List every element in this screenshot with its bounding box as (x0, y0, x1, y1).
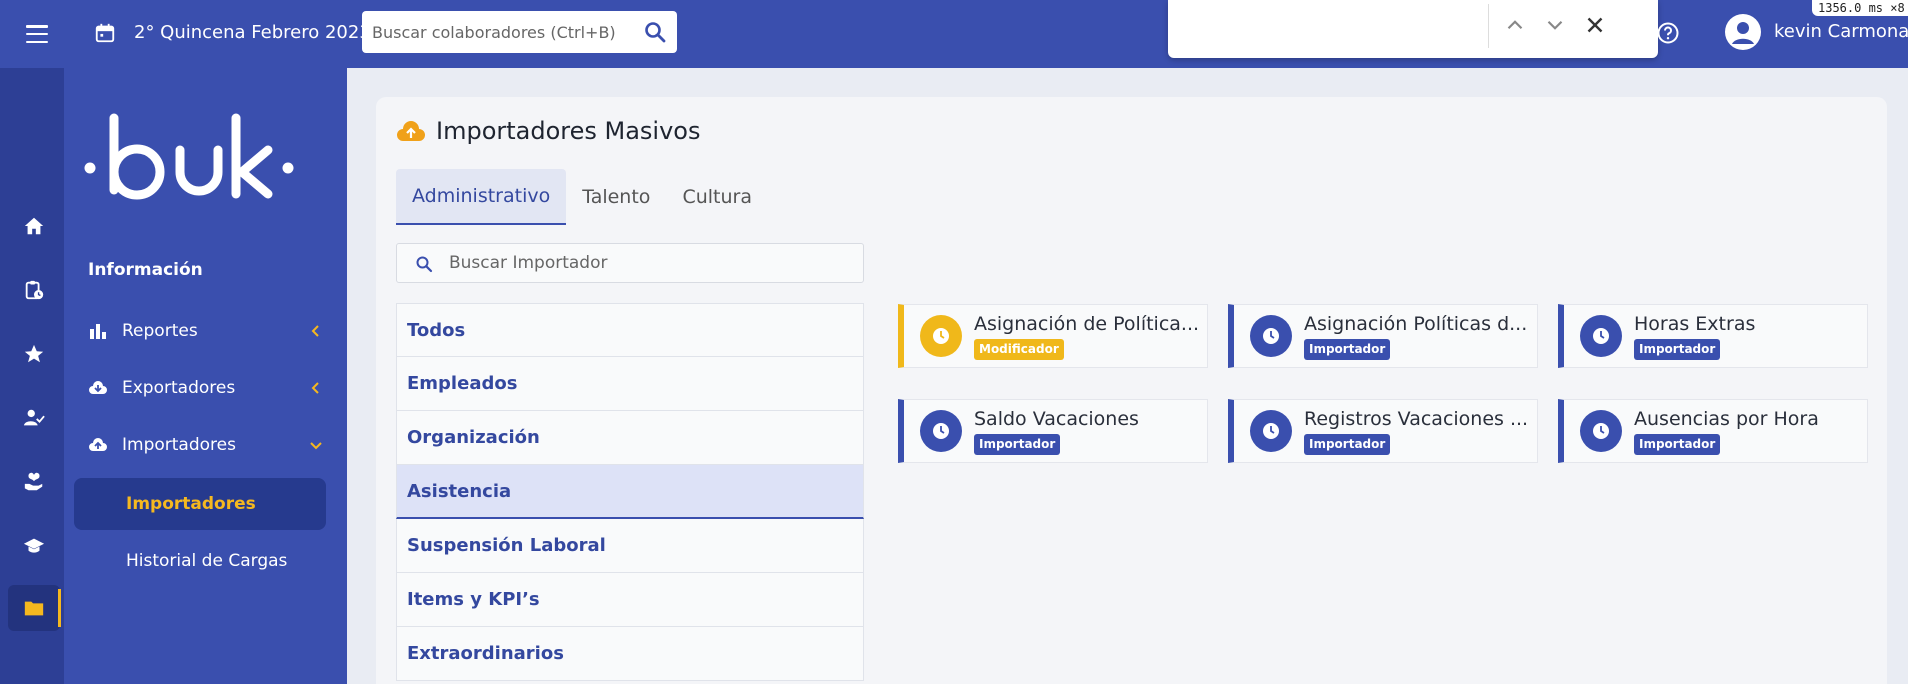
menu-icon[interactable] (22, 22, 52, 46)
tab-talento[interactable]: Talento (566, 169, 666, 225)
graduation-cap-icon (23, 538, 45, 553)
clock-icon (1580, 315, 1622, 357)
rail-learning[interactable] (8, 523, 60, 569)
subitem-importadores[interactable]: Importadores (74, 478, 326, 530)
category-items-kpis[interactable]: Items y KPI’s (396, 573, 864, 627)
importer-card[interactable]: Ausencias por Hora Importador (1558, 399, 1868, 463)
category-organizacion[interactable]: Organización (396, 411, 864, 465)
star-icon (24, 344, 44, 363)
collaborator-search-input[interactable] (372, 11, 622, 53)
user-name[interactable]: kevin Carmona (1774, 20, 1908, 44)
cloud-download-icon (89, 381, 107, 394)
perf-overlay: 1356.0 ms ×8 (1812, 0, 1908, 16)
avatar-icon[interactable] (1724, 13, 1762, 51)
chevron-down-icon[interactable] (1542, 12, 1568, 38)
importer-card[interactable]: Saldo Vacaciones Importador (898, 399, 1208, 463)
chevron-left-icon (311, 382, 319, 394)
category-suspension-laboral[interactable]: Suspensión Laboral (396, 519, 864, 573)
home-icon (24, 217, 44, 235)
clock-icon (920, 315, 962, 357)
rail-documents[interactable] (8, 585, 61, 631)
category-todos[interactable]: Todos (396, 303, 864, 357)
importer-card[interactable]: Horas Extras Importador (1558, 304, 1868, 368)
subitem-historial-cargas[interactable]: Historial de Cargas (74, 535, 326, 587)
find-separator (1488, 4, 1489, 48)
buk-logo (84, 113, 294, 200)
period-label[interactable]: 2° Quincena Febrero 2023 (134, 20, 371, 46)
top-bar: 2° Quincena Febrero 2023 kevin Carmona 1… (0, 0, 1908, 68)
collaborator-search (362, 11, 677, 53)
rail-people[interactable] (8, 395, 60, 441)
importer-badge: Importador (1304, 339, 1391, 360)
importer-badge: Importador (1304, 434, 1391, 455)
menu-importadores[interactable]: Importadores (88, 425, 328, 465)
menu-importadores-label: Importadores (122, 435, 236, 455)
category-empleados[interactable]: Empleados (396, 357, 864, 411)
rail-wellbeing[interactable] (8, 459, 60, 505)
importer-card[interactable]: Asignación de Política... Modificador (898, 304, 1208, 368)
user-check-icon (23, 409, 45, 426)
tab-cultura[interactable]: Cultura (666, 169, 768, 225)
clock-icon (920, 410, 962, 452)
importer-name: Registros Vacaciones ... (1304, 408, 1529, 430)
section-title: Información (88, 260, 203, 280)
importer-badge: Importador (1634, 434, 1721, 455)
menu-exportadores-label: Exportadores (122, 378, 236, 398)
clock-icon (1250, 315, 1292, 357)
importer-badge: Importador (974, 434, 1061, 455)
help-icon[interactable] (1656, 21, 1680, 45)
side-panel: Información Reportes Exportadores Import… (64, 68, 347, 684)
rail-attendance[interactable] (8, 267, 60, 313)
page-title-text: Importadores Masivos (436, 117, 701, 145)
rail-favorites[interactable] (8, 331, 60, 377)
clipboard-clock-icon (25, 280, 44, 300)
chevron-down-icon (310, 442, 322, 450)
tabs: Administrativo Talento Cultura (396, 169, 768, 225)
bar-chart-icon (90, 324, 106, 339)
category-extraordinarios[interactable]: Extraordinarios (396, 627, 864, 681)
chevron-left-icon (311, 325, 319, 337)
importer-name: Horas Extras (1634, 313, 1756, 335)
clock-icon (1250, 410, 1292, 452)
importer-name: Ausencias por Hora (1634, 408, 1819, 430)
importer-card[interactable]: Asignación Políticas d... Importador (1228, 304, 1538, 368)
importer-name: Asignación Políticas d... (1304, 313, 1528, 335)
search-icon[interactable] (643, 20, 667, 44)
tab-administrativo[interactable]: Administrativo (396, 169, 567, 225)
importer-search (396, 243, 864, 283)
menu-reportes-label: Reportes (122, 321, 198, 341)
category-list: Todos Empleados Organización Asistencia … (396, 303, 864, 681)
chevron-up-icon[interactable] (1502, 12, 1528, 38)
importer-badge: Importador (1634, 339, 1721, 360)
cloud-upload-icon (397, 121, 425, 141)
cloud-upload-icon (89, 438, 107, 451)
clock-icon (1580, 410, 1622, 452)
search-icon (416, 256, 433, 273)
calendar-icon (95, 23, 115, 43)
main-card: Importadores Masivos Administrativo Tale… (376, 97, 1887, 684)
icon-rail (0, 68, 64, 684)
importer-badge: Modificador (974, 339, 1064, 360)
importer-name: Asignación de Política... (974, 313, 1200, 335)
page-title: Importadores Masivos (396, 115, 701, 147)
find-bar (1168, 0, 1658, 58)
category-asistencia[interactable]: Asistencia (396, 465, 864, 519)
importer-name: Saldo Vacaciones (974, 408, 1139, 430)
folder-icon (24, 601, 44, 616)
importer-search-input[interactable] (449, 244, 849, 282)
menu-exportadores[interactable]: Exportadores (88, 368, 328, 408)
rail-home[interactable] (8, 203, 60, 249)
importer-card[interactable]: Registros Vacaciones ... Importador (1228, 399, 1538, 463)
close-icon[interactable] (1582, 12, 1608, 38)
menu-reportes[interactable]: Reportes (88, 311, 328, 351)
hand-heart-icon (24, 472, 43, 491)
